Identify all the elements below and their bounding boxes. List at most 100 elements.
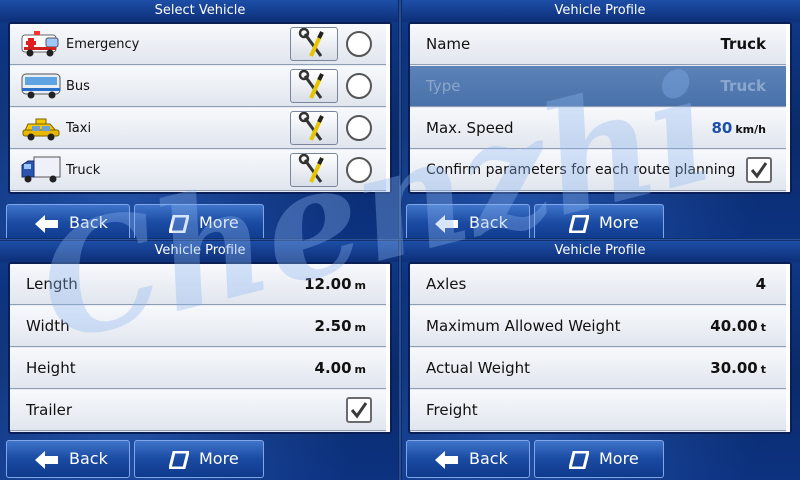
confirm-parameters-label: Confirm parameters for each route planni… <box>426 162 736 178</box>
height-value: 4.00 m <box>315 348 366 390</box>
more-label: More <box>199 449 239 468</box>
taxi-icon <box>22 118 60 141</box>
vehicle-label: Bus <box>66 79 90 94</box>
actual-weight-number: 30.00 <box>710 359 758 377</box>
tools-icon <box>298 153 324 183</box>
back-label: Back <box>69 449 108 468</box>
vehicle-profile-panel-weights: Vehicle Profile Axles 4 Maximum Allowed … <box>400 240 800 480</box>
profile-list: Name Truck Type Truck Max. Speed 80 km/h … <box>408 22 792 194</box>
back-button[interactable]: Back <box>6 204 130 240</box>
select-radio[interactable] <box>346 157 372 183</box>
scrollbar[interactable] <box>786 24 790 192</box>
panel-title: Select Vehicle <box>0 0 400 22</box>
panel-divider-horizontal <box>0 238 800 241</box>
more-button[interactable]: More <box>134 204 264 240</box>
bus-icon <box>21 73 61 99</box>
trailer-row[interactable]: Trailer <box>10 390 390 431</box>
edit-profile-button[interactable] <box>290 153 338 187</box>
more-label: More <box>599 213 639 232</box>
type-row: Type Truck <box>410 66 790 107</box>
edit-profile-button[interactable] <box>290 69 338 103</box>
max-weight-number: 40.00 <box>710 317 758 335</box>
list-item-truck[interactable]: Truck <box>10 150 390 191</box>
scrollbar[interactable] <box>386 264 390 432</box>
list-item-bus[interactable]: Bus <box>10 66 390 107</box>
max-weight-row[interactable]: Maximum Allowed Weight 40.00 t <box>410 306 790 347</box>
profile-list: Axles 4 Maximum Allowed Weight 40.00 t Ac… <box>408 262 792 434</box>
edit-profile-button[interactable] <box>290 111 338 145</box>
height-number: 4.00 <box>314 359 352 377</box>
length-value: 12.00 m <box>304 264 366 306</box>
back-arrow-icon <box>35 215 58 233</box>
length-unit: m <box>354 279 366 292</box>
truck-icon <box>21 156 61 183</box>
ambulance-icon <box>21 31 59 57</box>
edit-profile-button[interactable] <box>290 27 338 61</box>
list-item-emergency[interactable]: Emergency <box>10 24 390 65</box>
length-row[interactable]: Length 12.00 m <box>10 264 390 305</box>
scrollbar-thumb[interactable] <box>786 24 790 192</box>
width-number: 2.50 <box>314 317 352 335</box>
height-row[interactable]: Height 4.00 m <box>10 348 390 389</box>
back-button[interactable]: Back <box>406 204 530 240</box>
panel-title: Vehicle Profile <box>400 0 800 22</box>
actual-weight-label: Actual Weight <box>426 359 531 377</box>
confirm-parameters-checkbox[interactable] <box>746 157 772 183</box>
back-label: Back <box>69 213 108 232</box>
checkmark-icon <box>750 162 768 179</box>
tools-icon <box>298 69 324 99</box>
more-button[interactable]: More <box>134 440 264 478</box>
select-radio[interactable] <box>346 73 372 99</box>
more-button[interactable]: More <box>534 204 664 240</box>
select-radio[interactable] <box>346 115 372 141</box>
profile-list: Length 12.00 m Width 2.50 m Height 4.00 m T… <box>8 262 392 434</box>
height-unit: m <box>354 363 366 376</box>
name-row[interactable]: Name Truck <box>410 24 790 65</box>
tools-icon <box>298 111 324 141</box>
confirm-parameters-row[interactable]: Confirm parameters for each route planni… <box>410 150 790 191</box>
axles-label: Axles <box>426 275 467 293</box>
list-item-taxi[interactable]: Taxi <box>10 108 390 149</box>
height-label: Height <box>26 359 76 377</box>
back-label: Back <box>469 449 508 468</box>
vehicle-list: Emergency Bus Taxi Truck <box>8 22 392 194</box>
type-value: Truck <box>720 77 766 95</box>
max-speed-number: 80 <box>711 119 733 137</box>
back-label: Back <box>469 213 508 232</box>
length-number: 12.00 <box>304 275 352 293</box>
more-button[interactable]: More <box>534 440 664 478</box>
vehicle-profile-panel-dimensions: Vehicle Profile Length 12.00 m Width 2.50… <box>0 240 400 480</box>
scrollbar-thumb[interactable] <box>786 264 790 432</box>
width-value: 2.50 m <box>315 306 366 348</box>
vehicle-label: Truck <box>66 163 101 178</box>
more-label: More <box>199 213 239 232</box>
axles-row[interactable]: Axles 4 <box>410 264 790 305</box>
back-button[interactable]: Back <box>406 440 530 478</box>
max-weight-unit: t <box>760 321 766 334</box>
back-button[interactable]: Back <box>6 440 130 478</box>
max-weight-value: 40.00 t <box>710 306 766 348</box>
trailer-label: Trailer <box>26 401 73 419</box>
freight-label: Freight <box>426 401 478 419</box>
width-row[interactable]: Width 2.50 m <box>10 306 390 347</box>
back-arrow-icon <box>435 451 458 469</box>
select-vehicle-panel: Select Vehicle Emergency Bus Taxi Truck … <box>0 0 400 240</box>
back-arrow-icon <box>35 451 58 469</box>
scrollbar-thumb[interactable] <box>386 264 390 432</box>
scrollbar[interactable] <box>786 264 790 432</box>
max-speed-value: 80 km/h <box>711 108 766 150</box>
actual-weight-row[interactable]: Actual Weight 30.00 t <box>410 348 790 389</box>
more-label: More <box>599 449 639 468</box>
more-icon <box>169 451 189 469</box>
width-label: Width <box>26 317 70 335</box>
max-speed-row[interactable]: Max. Speed 80 km/h <box>410 108 790 149</box>
scrollbar[interactable] <box>386 24 390 192</box>
trailer-checkbox[interactable] <box>346 397 372 423</box>
max-speed-unit: km/h <box>735 123 766 136</box>
actual-weight-value: 30.00 t <box>710 348 766 390</box>
scrollbar-thumb[interactable] <box>386 24 390 192</box>
select-radio[interactable] <box>346 31 372 57</box>
max-speed-label: Max. Speed <box>426 119 514 137</box>
vehicle-label: Emergency <box>66 37 140 52</box>
freight-row[interactable]: Freight <box>410 390 790 431</box>
